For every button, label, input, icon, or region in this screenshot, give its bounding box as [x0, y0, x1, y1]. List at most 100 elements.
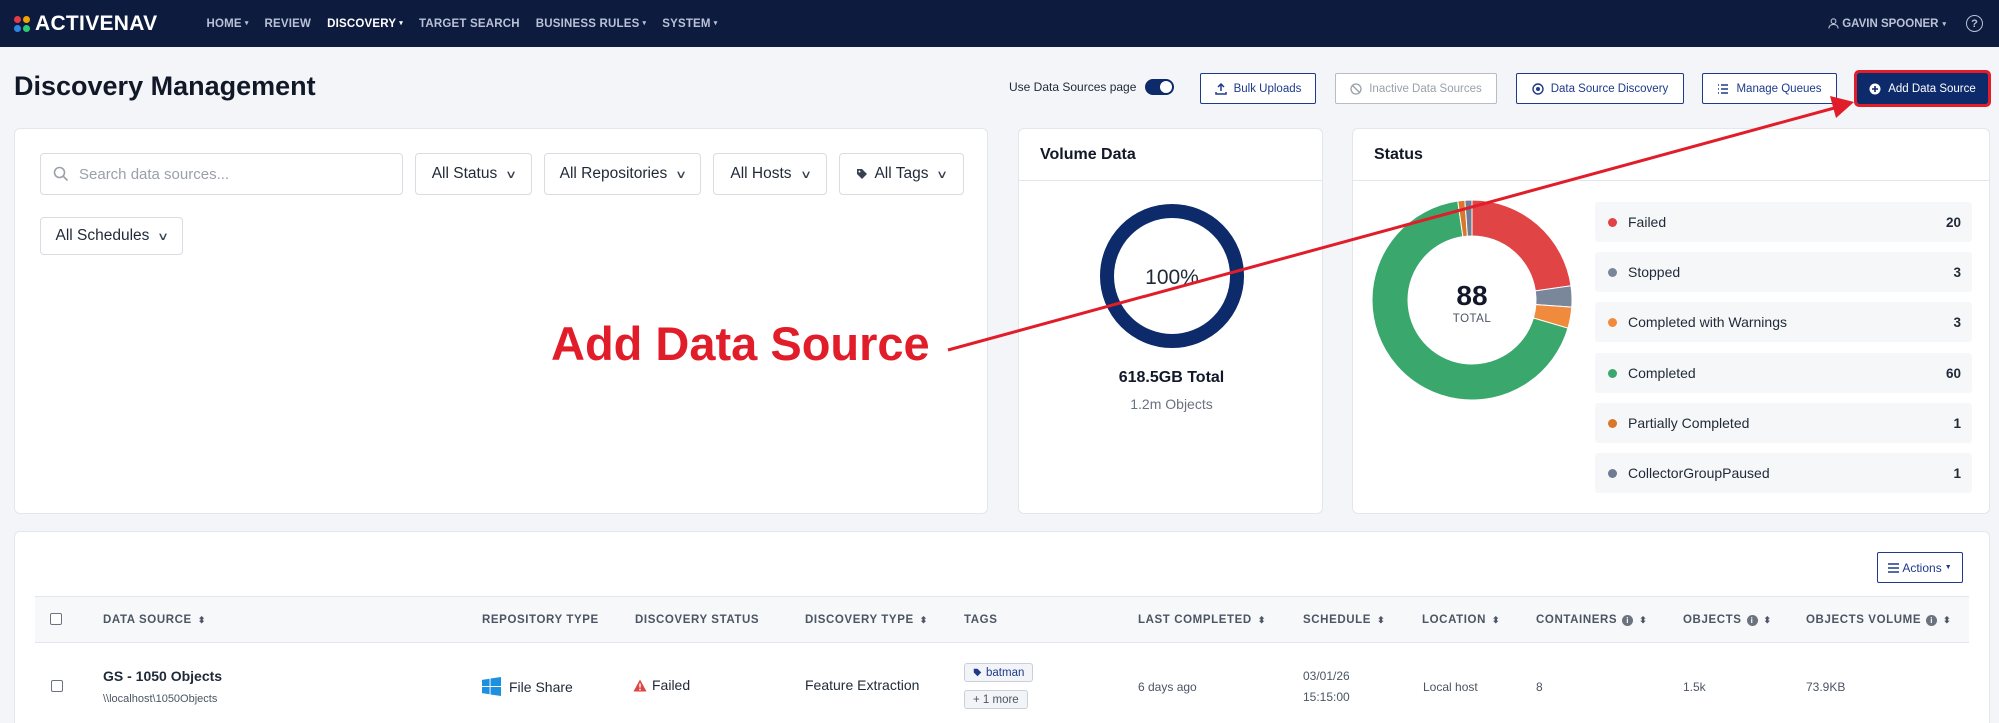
objects-volume-cell: 73.9KB — [1806, 680, 1846, 694]
dropdown-label: All Tags — [874, 165, 929, 182]
status-slice-failed[interactable] — [1471, 199, 1572, 292]
volume-card-title: Volume Data — [1040, 146, 1136, 163]
hosts-filter-dropdown[interactable]: All Hosts ∨ — [713, 153, 827, 195]
nav-item-discovery[interactable]: DISCOVERY ▾ — [327, 18, 403, 30]
col-containers[interactable]: CONTAINERS i ⬍ — [1536, 614, 1647, 626]
add-data-source-button[interactable]: Add Data Source — [1854, 70, 1991, 107]
objects-cell: 1.5k — [1683, 680, 1706, 694]
legend-item-stopped[interactable]: Stopped 3 — [1595, 252, 1972, 292]
repository-type-cell: File Share — [482, 677, 573, 696]
legend-count: 20 — [1945, 214, 1961, 230]
user-menu[interactable]: GAVIN SPOONER ▾ — [1828, 18, 1946, 30]
legend-label: Stopped — [1628, 264, 1681, 280]
info-icon[interactable]: i — [1926, 614, 1938, 626]
chevron-down-icon: ∨ — [936, 168, 949, 181]
row-checkbox[interactable] — [51, 680, 63, 692]
status-filter-dropdown[interactable]: All Status ∨ — [415, 153, 532, 195]
discovery-status-label: Failed — [652, 677, 691, 693]
column-label: REPOSITORY TYPE — [482, 614, 599, 626]
tag-icon — [857, 169, 868, 179]
col-objects-volume[interactable]: OBJECTS VOLUME i ⬍ — [1806, 614, 1951, 626]
col-discovery-type[interactable]: DISCOVERY TYPE ⬍ — [805, 614, 928, 626]
nav-label: HOME — [206, 17, 242, 30]
menu-icon — [1888, 562, 1900, 573]
tag-chip[interactable]: batman — [964, 663, 1034, 682]
sort-icon[interactable]: ⬍ — [1492, 615, 1500, 626]
nav-label: SYSTEM — [662, 17, 711, 30]
windows-icon — [482, 677, 501, 696]
brand-logo[interactable]: ACTIVENAV — [14, 12, 158, 36]
sort-icon[interactable]: ⬍ — [920, 615, 928, 626]
sort-icon[interactable]: ⬍ — [1764, 615, 1772, 626]
discovery-icon — [1531, 82, 1544, 95]
more-tags-chip[interactable]: + 1 more — [964, 690, 1028, 709]
caret-down-icon: ▾ — [713, 19, 718, 27]
col-data-source[interactable]: DATA SOURCE ⬍ — [103, 614, 206, 626]
column-label: CONTAINERS — [1536, 614, 1618, 626]
data-source-discovery-button[interactable]: Data Source Discovery — [1516, 73, 1684, 104]
schedules-filter-dropdown[interactable]: All Schedules ∨ — [40, 217, 183, 255]
search-box[interactable] — [40, 153, 403, 195]
page-title: Discovery Management — [14, 71, 316, 101]
legend-label: CollectorGroupPaused — [1628, 465, 1770, 481]
nav-label: TARGET SEARCH — [418, 17, 520, 30]
legend-count: 1 — [1953, 415, 1961, 431]
top-navbar: ACTIVENAV HOME ▾ REVIEW DISCOVERY ▾ TARGET… — [0, 0, 1999, 47]
nav-item-target-search[interactable]: TARGET SEARCH — [419, 18, 520, 30]
legend-item-partially-completed[interactable]: Partially Completed 1 — [1595, 403, 1972, 443]
actions-button[interactable]: Actions ▼ — [1877, 552, 1963, 583]
search-icon — [53, 166, 69, 182]
data-source-name[interactable]: GS - 1050 Objects — [103, 668, 222, 684]
sort-icon[interactable]: ⬍ — [1639, 615, 1647, 626]
sort-icon[interactable]: ⬍ — [198, 615, 206, 626]
brand-name: ACTIVENAV — [35, 11, 158, 35]
repositories-filter-dropdown[interactable]: All Repositories ∨ — [544, 153, 701, 195]
sort-icon[interactable]: ⬍ — [1377, 615, 1385, 626]
nav-item-business-rules[interactable]: BUSINESS RULES ▾ — [536, 18, 646, 30]
repository-type-label: File Share — [509, 678, 573, 695]
legend-item-failed[interactable]: Failed 20 — [1595, 202, 1972, 242]
legend-item-collector-group-paused[interactable]: CollectorGroupPaused 1 — [1595, 453, 1972, 493]
discovery-type-cell: Feature Extraction — [805, 677, 920, 693]
info-icon[interactable]: i — [1622, 614, 1634, 626]
help-icon[interactable]: ? — [1966, 15, 1983, 32]
bulk-uploads-button[interactable]: Bulk Uploads — [1200, 73, 1316, 104]
nav-item-home[interactable]: HOME ▾ — [207, 18, 249, 30]
status-total: 88 — [1456, 280, 1487, 311]
dropdown-label: All Repositories — [559, 165, 668, 182]
sort-icon[interactable]: ⬍ — [1258, 615, 1266, 626]
inactive-data-sources-button[interactable]: Inactive Data Sources — [1335, 73, 1497, 104]
select-all-checkbox[interactable] — [50, 613, 62, 625]
column-label: OBJECTS — [1683, 614, 1742, 626]
list-icon — [1718, 83, 1729, 94]
nav-item-review[interactable]: REVIEW — [265, 18, 312, 30]
data-source-path: \\localhost\1050Objects — [103, 693, 218, 705]
user-name: GAVIN SPOONER — [1842, 17, 1939, 30]
column-label: DISCOVERY STATUS — [635, 614, 760, 626]
col-objects[interactable]: OBJECTS i ⬍ — [1683, 614, 1772, 626]
annotation-label: Add Data Source — [551, 317, 930, 370]
use-data-sources-toggle[interactable] — [1145, 79, 1175, 95]
caret-down-icon: ▾ — [399, 19, 403, 27]
dropdown-label: All Schedules — [55, 227, 150, 244]
col-last-completed[interactable]: LAST COMPLETED ⬍ — [1138, 614, 1266, 626]
legend-item-completed[interactable]: Completed 60 — [1595, 353, 1972, 393]
search-input[interactable] — [79, 165, 379, 183]
tags-filter-dropdown[interactable]: All Tags ∨ — [839, 153, 964, 195]
sort-icon[interactable]: ⬍ — [1943, 615, 1951, 626]
col-schedule[interactable]: SCHEDULE ⬍ — [1303, 614, 1385, 626]
toggle-label: Use Data Sources page — [1009, 80, 1137, 94]
status-dot — [1608, 317, 1617, 327]
col-location[interactable]: LOCATION ⬍ — [1422, 614, 1500, 626]
schedule-date: 03/01/26 — [1303, 669, 1350, 683]
chevron-down-icon: ∨ — [157, 230, 170, 243]
manage-queues-button[interactable]: Manage Queues — [1702, 73, 1837, 104]
column-label: DISCOVERY TYPE — [805, 614, 914, 626]
location-cell: Local host — [1423, 680, 1478, 694]
col-tags: TAGS — [964, 614, 998, 626]
column-label: DATA SOURCE — [103, 614, 192, 626]
info-icon[interactable]: i — [1746, 614, 1758, 626]
nav-right: GAVIN SPOONER ▾ ? — [1828, 15, 1983, 32]
legend-item-completed-with-warnings[interactable]: Completed with Warnings 3 — [1595, 302, 1972, 342]
nav-item-system[interactable]: SYSTEM ▾ — [662, 18, 717, 30]
